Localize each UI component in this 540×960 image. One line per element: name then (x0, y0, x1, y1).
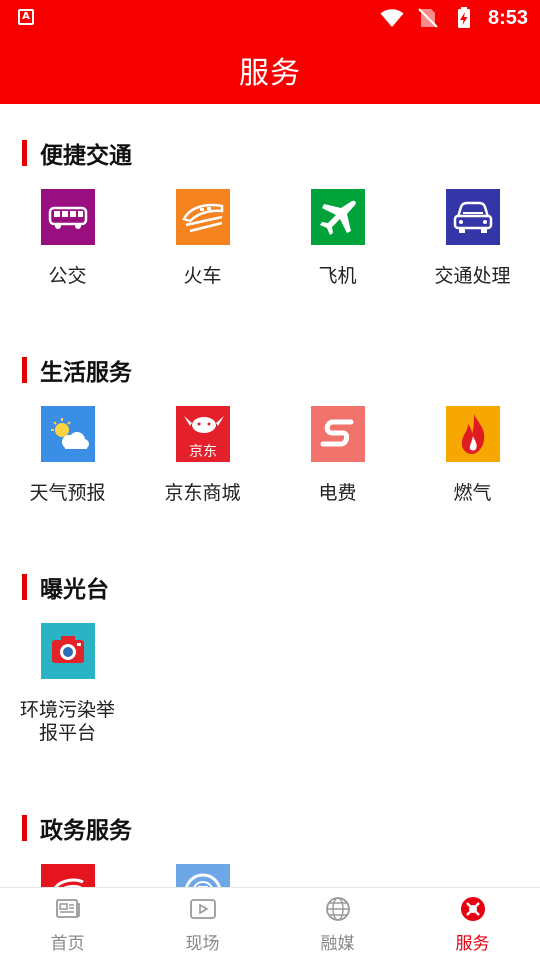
bus-icon (40, 189, 95, 245)
section-accent-bar (22, 574, 27, 600)
section-accent-bar (22, 815, 27, 841)
title-bar: 服务 (0, 36, 540, 104)
section-title: 政务服务 (40, 818, 132, 844)
electricity-icon (310, 406, 365, 462)
battery-charging-icon (457, 7, 470, 28)
section-header: 生活服务 (22, 356, 132, 386)
service-train[interactable]: 火车 (135, 189, 270, 288)
service-gov-blue[interactable] (135, 864, 270, 887)
nav-services[interactable]: 服务 (405, 888, 540, 960)
tile-label: 公交 (48, 265, 87, 287)
tile-label: 飞机 (318, 265, 357, 287)
tile-label: 环境污染举报平台 (19, 699, 115, 744)
gov-blue-icon (175, 864, 230, 887)
wifi-icon (380, 9, 404, 28)
tile-label: 交通处理 (434, 265, 511, 287)
section-header: 便捷交通 (22, 139, 132, 169)
nav-label: 现场 (185, 934, 220, 954)
section-header: 曝光台 (22, 573, 109, 603)
section-title: 便捷交通 (40, 143, 132, 169)
tile-label: 天气预报 (29, 482, 106, 504)
jd-logo-text: 京东 (189, 444, 217, 460)
service-electricity[interactable]: 电费 (270, 406, 405, 505)
service-pollution-report[interactable]: 环境污染举报平台 (0, 623, 135, 745)
service-icon (460, 897, 485, 921)
nav-home[interactable]: 首页 (0, 888, 135, 960)
weather-icon (40, 406, 95, 462)
nav-label: 首页 (50, 934, 85, 954)
nav-label: 融媒 (320, 934, 355, 954)
bottom-nav: 首页 现场 融媒 服务 (0, 887, 540, 960)
section-header: 政务服务 (22, 814, 132, 844)
app-notification-icon: A (18, 9, 34, 25)
service-jd[interactable]: 京东 京东商城 (135, 406, 270, 505)
service-airplane[interactable]: 飞机 (270, 189, 405, 288)
service-gas[interactable]: 燃气 (405, 406, 540, 505)
jd-icon: 京东 (175, 406, 230, 462)
car-icon (445, 189, 500, 245)
section-accent-bar (22, 140, 27, 166)
tile-label: 电费 (318, 482, 357, 504)
globe-icon (325, 897, 350, 921)
service-weather[interactable]: 天气预报 (0, 406, 135, 505)
page-title: 服务 (239, 56, 301, 91)
tile-label: 火车 (183, 265, 222, 287)
airplane-icon (310, 189, 365, 245)
clock: 8:53 (487, 6, 528, 29)
service-bus[interactable]: 公交 (0, 189, 135, 288)
service-gov-red[interactable] (0, 864, 135, 887)
service-content[interactable]: 便捷交通 公交 火车 飞机 交通处理 生活服务 天气预报 京东 京东商城 电费 … (0, 104, 540, 887)
flame-icon (445, 406, 500, 462)
nav-media[interactable]: 融媒 (270, 888, 405, 960)
camera-icon (40, 623, 95, 679)
section-title: 曝光台 (40, 577, 109, 603)
section-title: 生活服务 (40, 360, 132, 386)
tile-label: 燃气 (453, 482, 492, 504)
nav-live[interactable]: 现场 (135, 888, 270, 960)
service-traffic[interactable]: 交通处理 (405, 189, 540, 288)
nav-label: 服务 (455, 934, 490, 954)
status-bar: A 8:53 (0, 0, 540, 36)
section-accent-bar (22, 357, 27, 383)
no-sim-icon (418, 8, 438, 28)
newspaper-icon (55, 899, 80, 918)
gov-red-icon (40, 864, 95, 887)
tile-label: 京东商城 (164, 482, 241, 504)
train-icon (175, 189, 230, 245)
video-icon (189, 899, 216, 919)
